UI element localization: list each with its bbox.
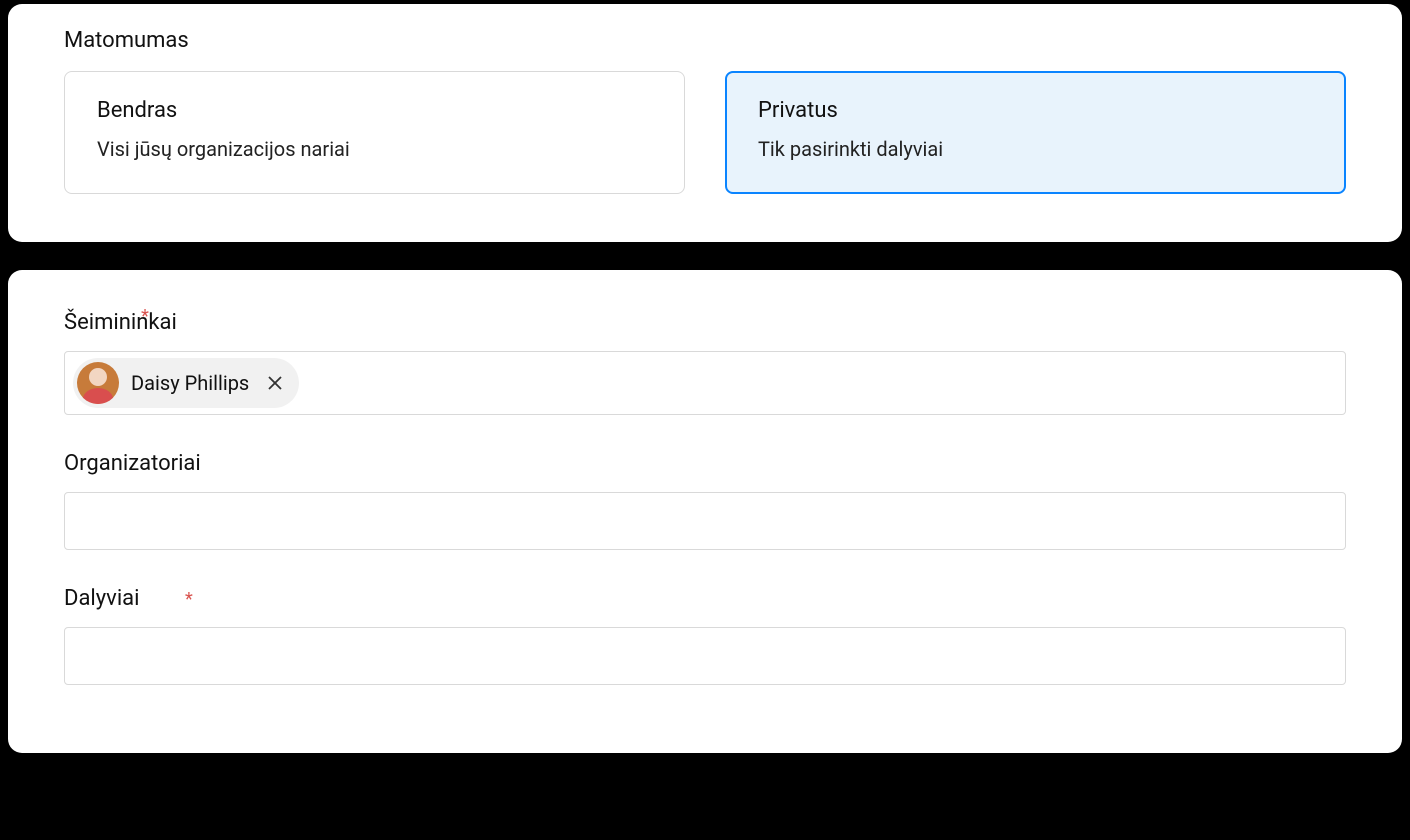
participants-label-text: Dalyviai [64,586,140,611]
person-chip-name: Daisy Phillips [131,371,249,395]
organizers-input[interactable] [64,492,1346,550]
visibility-option-private[interactable]: Privatus Tik pasirinkti dalyviai [725,71,1346,194]
organizers-label-text: Organizatoriai [64,451,201,476]
visibility-option-shared-desc: Visi jūsų organizacijos nariai [97,137,652,161]
chip-remove-button[interactable] [265,373,285,393]
required-asterisk-icon: * [185,589,193,610]
organizers-field: Organizatoriai [64,451,1346,550]
people-panel: Šeimininkai * Daisy Phillips Organizator… [8,270,1402,753]
participants-input[interactable] [64,627,1346,685]
hosts-label-text: Šeimininkai [64,310,177,335]
hosts-label: Šeimininkai * [64,310,177,335]
visibility-options: Bendras Visi jūsų organizacijos nariai P… [64,71,1346,194]
hosts-field: Šeimininkai * Daisy Phillips [64,310,1346,415]
required-asterisk-icon: * [141,306,149,327]
visibility-panel: Matomumas Bendras Visi jūsų organizacijo… [8,4,1402,242]
close-icon [267,375,283,391]
visibility-option-private-desc: Tik pasirinkti dalyviai [758,137,1313,161]
avatar [77,362,119,404]
organizers-label: Organizatoriai [64,451,201,476]
hosts-input[interactable]: Daisy Phillips [64,351,1346,415]
person-chip: Daisy Phillips [73,358,299,408]
visibility-option-private-title: Privatus [758,98,1313,123]
visibility-option-shared[interactable]: Bendras Visi jūsų organizacijos nariai [64,71,685,194]
visibility-label: Matomumas [64,28,1346,53]
participants-label: Dalyviai * [64,586,193,611]
participants-field: Dalyviai * [64,586,1346,685]
visibility-option-shared-title: Bendras [97,98,652,123]
